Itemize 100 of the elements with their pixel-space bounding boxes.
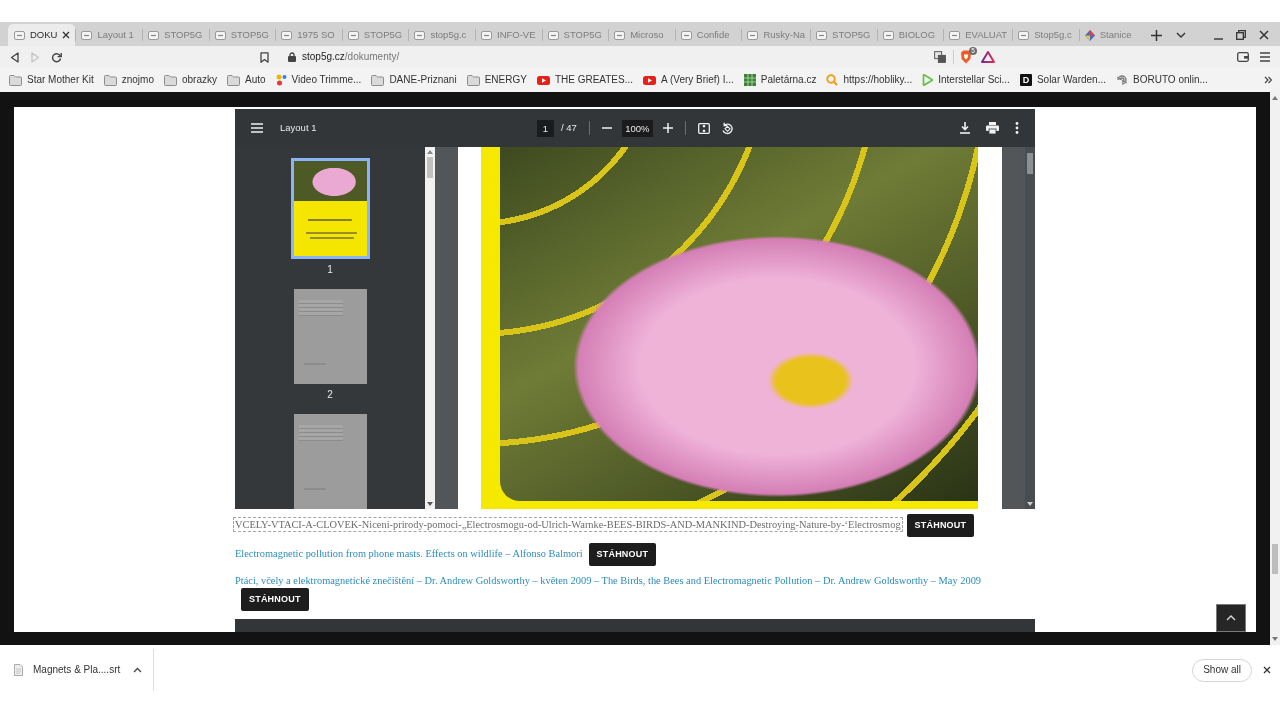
- dots-icon: [275, 74, 287, 86]
- page-icon: [614, 30, 626, 40]
- scroll-thumb[interactable]: [427, 157, 433, 178]
- page-icon: [414, 30, 426, 40]
- page-icon: [281, 30, 293, 40]
- bookmark-item[interactable]: Interstellar Sci...: [922, 74, 1010, 86]
- address-field[interactable]: stop5g.cz/dokumenty/: [302, 51, 400, 63]
- rotate-icon[interactable]: [720, 121, 734, 135]
- page-icon: [816, 30, 828, 40]
- bookmark-item[interactable]: Paletárna.cz: [743, 74, 817, 86]
- logo-tile: D: [1019, 74, 1032, 86]
- caret-down-icon[interactable]: [1272, 637, 1278, 641]
- page-icon: [949, 30, 961, 40]
- page-icon: [1018, 30, 1030, 40]
- page-icon: [148, 30, 160, 40]
- page-icon: [81, 30, 93, 40]
- lock-icon: [288, 52, 296, 62]
- bookmark-item[interactable]: D Solar Warden...: [1019, 74, 1106, 86]
- bookmark-item[interactable]: ENERGY: [466, 74, 527, 86]
- document-link[interactable]: VCELY-VTACI-A-CLOVEK-Niceni-prirody-pomoci-„Electrosmogu-od-Ulrich-Warnke-BEES-BIRDS-AND-MANKIND-Destroying-Nature-by-‘Electrosmog: [235, 518, 901, 530]
- download-icon[interactable]: [960, 122, 970, 134]
- bookmark-item[interactable]: DANE-Priznani: [371, 74, 457, 86]
- show-all-button[interactable]: Show all: [1192, 658, 1252, 682]
- document-title: Layout 1: [280, 122, 317, 134]
- scroll-thumb[interactable]: [1272, 544, 1278, 574]
- caret-down-icon[interactable]: [427, 502, 433, 506]
- print-icon[interactable]: [986, 122, 999, 134]
- download-item[interactable]: Magnets & Pla....srt: [14, 664, 121, 676]
- scrollbar[interactable]: [425, 147, 435, 509]
- browser-tab[interactable]: DOKU: [8, 24, 76, 46]
- page-thumbnail[interactable]: [293, 289, 367, 384]
- chevron-up-icon[interactable]: [133, 667, 143, 673]
- page-scrollbar[interactable]: [1270, 92, 1280, 645]
- document-link[interactable]: Ptáci, včely a elektromagnetické znečištění – Dr. Andrew Goldsworthy – květen 2009 – The Birds, the Bees and Electromagnetic Pollution – Dr. Andrew Goldsworthy – May 2009: [235, 575, 982, 586]
- fit-page-icon[interactable]: [697, 122, 710, 134]
- document-link[interactable]: Electromagnetic pollution from phone masts. Effects on wildlife – Alfonso Balmori: [235, 547, 583, 559]
- page-thumbnail[interactable]: [293, 414, 367, 509]
- bookmark-item[interactable]: Auto: [226, 74, 266, 86]
- bookmark-item[interactable]: znojmo: [103, 74, 154, 86]
- page-icon: [14, 30, 25, 40]
- folder-icon: [9, 74, 22, 86]
- more-icon[interactable]: [1015, 122, 1019, 134]
- magnifier-icon: [826, 74, 839, 86]
- back-to-top-button[interactable]: [1216, 604, 1246, 632]
- double-chevron-icon[interactable]: [1264, 76, 1272, 84]
- close-icon[interactable]: [1259, 30, 1269, 40]
- menu-icon[interactable]: [1259, 52, 1271, 62]
- bookmark-item[interactable]: https://hobliky...: [826, 74, 913, 86]
- caret-down-icon[interactable]: [1027, 502, 1033, 506]
- download-button[interactable]: STÁHNOUT: [241, 588, 309, 611]
- page-icon: [481, 30, 492, 40]
- page-number: 2: [327, 389, 333, 401]
- file-icon: [14, 664, 23, 676]
- folder-icon: [466, 74, 480, 86]
- page-icon: [747, 30, 759, 40]
- swirl-icon: [1116, 74, 1128, 86]
- diamond-icon: [1084, 29, 1095, 41]
- download-button[interactable]: STÁHNOUT: [906, 514, 975, 537]
- close-icon[interactable]: [1263, 666, 1271, 674]
- page-thumbnail[interactable]: [290, 158, 370, 259]
- folder-icon: [163, 74, 177, 86]
- page-icon: [214, 30, 226, 40]
- folder-icon: [226, 74, 240, 86]
- page-icon: [347, 30, 359, 40]
- overlap-squares-icon[interactable]: [934, 51, 946, 63]
- chevron-down-icon[interactable]: [1176, 32, 1186, 38]
- page-icon: [547, 30, 559, 40]
- chevron-up-icon: [1226, 615, 1236, 621]
- page-number: 1: [327, 264, 333, 276]
- grid-icon: [743, 74, 756, 86]
- folder-icon: [371, 74, 385, 86]
- bookmark-item[interactable]: BORUTO onlin...: [1116, 74, 1208, 86]
- wallet-icon[interactable]: [1237, 52, 1249, 62]
- bookmark-item[interactable]: obrazky: [163, 74, 217, 86]
- folder-icon: [103, 74, 117, 86]
- caret-up-icon[interactable]: [427, 150, 433, 154]
- bookmark-item[interactable]: Star Mother Kit: [9, 74, 94, 86]
- reload-icon: [51, 51, 62, 63]
- bookmark-item[interactable]: A (Very Brief) I...: [643, 74, 734, 86]
- download-button[interactable]: STÁHNOUT: [588, 543, 657, 566]
- plus-icon[interactable]: [1151, 29, 1163, 41]
- bookmark-item[interactable]: Video Trimme...: [275, 74, 362, 86]
- shield-icon[interactable]: [960, 50, 972, 64]
- page-count: / 47: [561, 122, 577, 134]
- close-icon[interactable]: [62, 31, 71, 39]
- restore-icon[interactable]: [1236, 30, 1246, 40]
- page-number-field[interactable]: 1: [537, 119, 554, 137]
- page-icon: [680, 30, 692, 40]
- scrollbar[interactable]: [1025, 147, 1035, 509]
- triangle-left-icon: [10, 51, 19, 63]
- play-button-icon: [536, 75, 550, 85]
- bookmark-icon[interactable]: [260, 51, 269, 63]
- play-button-icon: [643, 75, 657, 85]
- triangle-right-icon: [31, 51, 40, 63]
- scroll-thumb[interactable]: [1027, 153, 1033, 174]
- triangle-icon[interactable]: [981, 51, 995, 63]
- zoom-field[interactable]: 100%: [621, 119, 653, 137]
- bookmark-item[interactable]: THE GREATES...: [536, 74, 634, 86]
- caret-up-icon[interactable]: [1272, 96, 1278, 100]
- play-icon: [922, 74, 934, 86]
